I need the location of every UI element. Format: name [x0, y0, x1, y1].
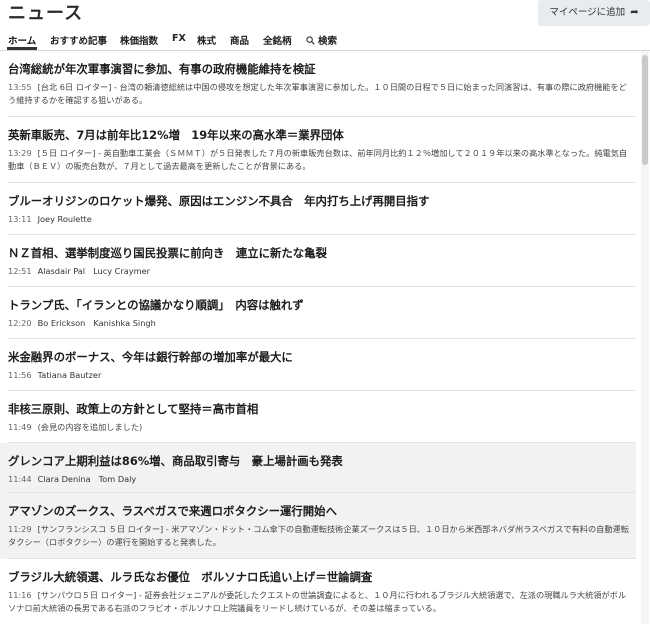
nav-tabs: ホーム おすすめ記事 株価指数 FX 株式 商品 全銘柄 検索	[0, 28, 650, 51]
news-list: 台湾総統が年次軍事演習に参加、有事の政府機能維持を検証 13:55 [台北 6日 …	[0, 51, 636, 624]
author-link[interactable]: Bo Erickson	[38, 318, 86, 328]
news-summary: [台北 6日 ロイター] - 台湾の頼清徳総統は中国の侵攻を想定した年次軍事演習…	[8, 82, 627, 105]
news-time: 11:49	[8, 422, 32, 432]
news-item[interactable]: グレンコア上期利益は86%増、商品取引寄与 豪上場計画も発表 11:44 Clar…	[0, 443, 636, 493]
news-time: 13:55	[8, 82, 32, 92]
scrollbar[interactable]	[641, 51, 649, 624]
news-meta: 11:56 Tatiana Bautzer	[8, 369, 632, 382]
news-meta: 13:11 Joey Roulette	[8, 213, 632, 226]
news-summary: [５日 ロイター] - 英自動車工業会（ＳＭＭＴ）が５日発表した７月の新車販売台…	[8, 148, 628, 171]
news-meta: 11:44 Clara Denina Tom Daly	[8, 473, 632, 486]
active-tab-underline	[7, 47, 37, 50]
news-time: 11:56	[8, 370, 32, 380]
news-item[interactable]: 台湾総統が年次軍事演習に参加、有事の政府機能維持を検証 13:55 [台北 6日 …	[0, 51, 636, 117]
news-meta: 13:29 [５日 ロイター] - 英自動車工業会（ＳＭＭＴ）が５日発表した７月の…	[8, 147, 632, 173]
share-arrow-icon: ➦	[630, 7, 639, 18]
author-link[interactable]: Tom Daly	[99, 474, 137, 484]
author-link[interactable]: Tatiana Bautzer	[38, 370, 102, 380]
tab-commodities[interactable]: 商品	[230, 33, 249, 47]
scrollbar-thumb[interactable]	[642, 55, 648, 165]
search-icon	[306, 36, 315, 45]
news-item[interactable]: トランプ氏、「イランとの協議かなり順調」 内容は触れず 12:20 Bo Eric…	[0, 287, 636, 339]
news-meta: 13:55 [台北 6日 ロイター] - 台湾の頼清徳総統は中国の侵攻を想定した年…	[8, 81, 632, 107]
author-link[interactable]: Clara Denina	[38, 474, 91, 484]
author-link[interactable]: Lucy Craymer	[93, 266, 150, 276]
news-time: 11:29	[8, 524, 32, 534]
news-time: 11:16	[8, 590, 32, 600]
news-item[interactable]: 英新車販売、7月は前年比12%増 19年以来の高水準＝業界団体 13:29 [５日…	[0, 117, 636, 183]
header: ニュース マイページに追加 ➦	[0, 0, 650, 28]
news-meta: 11:49 (会見の内容を追加しました)	[8, 421, 632, 434]
news-item[interactable]: ブルーオリジンのロケット爆発、原因はエンジン不具合 年内打ち上げ再開目指す 13…	[0, 183, 636, 235]
tab-search-label: 検索	[318, 36, 338, 47]
add-to-mypage-button[interactable]: マイページに追加 ➦	[538, 0, 650, 26]
author-link[interactable]: Kanishka Singh	[93, 318, 155, 328]
tab-all-stocks[interactable]: 全銘柄	[263, 33, 292, 47]
tab-stocks[interactable]: 株式	[197, 33, 216, 47]
news-headline[interactable]: 米金融界のボーナス、今年は銀行幹部の増加率が最大に	[8, 349, 293, 365]
news-meta: 12:20 Bo Erickson Kanishka Singh	[8, 317, 632, 330]
news-meta: 11:29 [サンフランシスコ ５日 ロイター] - 米アマゾン・ドット・コム傘下…	[8, 523, 632, 549]
news-time: 11:44	[8, 474, 32, 484]
news-headline[interactable]: 英新車販売、7月は前年比12%増 19年以来の高水準＝業界団体	[8, 127, 344, 143]
news-summary: [サンフランシスコ ５日 ロイター] - 米アマゾン・ドット・コム傘下の自動運転…	[8, 524, 629, 547]
news-item[interactable]: 米金融界のボーナス、今年は銀行幹部の増加率が最大に 11:56 Tatiana B…	[0, 339, 636, 391]
news-headline[interactable]: 台湾総統が年次軍事演習に参加、有事の政府機能維持を検証	[8, 61, 316, 77]
news-time: 13:11	[8, 214, 32, 224]
news-time: 12:20	[8, 318, 32, 328]
tab-search[interactable]: 検索	[306, 33, 337, 47]
tab-indices[interactable]: 株価指数	[120, 33, 158, 47]
news-item[interactable]: ＮＺ首相、選挙制度巡り国民投票に前向き 連立に新たな亀裂 12:51 Alasda…	[0, 235, 636, 287]
news-item[interactable]: 非核三原則、政策上の方針として堅持＝高市首相 11:49 (会見の内容を追加しまし…	[0, 391, 636, 443]
news-headline[interactable]: ブラジル大統領選、ルラ氏なお優位 ボルソナロ氏追い上げ＝世論調査	[8, 569, 372, 585]
news-headline[interactable]: 非核三原則、政策上の方針として堅持＝高市首相	[8, 401, 258, 417]
news-summary: [サンパウロ５日 ロイター] - 証券会社ジェニアルが委託したクエストの世論調査…	[8, 590, 627, 613]
tab-home[interactable]: ホーム	[8, 33, 36, 47]
news-headline[interactable]: アマゾンのズークス、ラスベガスで来週ロボタクシー運行開始へ	[8, 503, 337, 519]
news-meta: 11:16 [サンパウロ５日 ロイター] - 証券会社ジェニアルが委託したクエスト…	[8, 589, 632, 615]
news-time: 12:51	[8, 266, 32, 276]
add-to-mypage-label: マイページに追加	[549, 7, 626, 18]
tab-recommended[interactable]: おすすめ記事	[50, 33, 107, 47]
news-headline[interactable]: グレンコア上期利益は86%増、商品取引寄与 豪上場計画も発表	[8, 453, 343, 469]
news-item[interactable]: アマゾンのズークス、ラスベガスで来週ロボタクシー運行開始へ 11:29 [サンフラ…	[0, 493, 636, 559]
news-headline[interactable]: トランプ氏、「イランとの協議かなり順調」 内容は触れず	[8, 297, 304, 313]
author-link[interactable]: Joey Roulette	[38, 214, 92, 224]
tab-fx[interactable]: FX	[172, 33, 186, 44]
news-headline[interactable]: ブルーオリジンのロケット爆発、原因はエンジン不具合 年内打ち上げ再開目指す	[8, 193, 429, 209]
author-link[interactable]: Alasdair Pal	[38, 266, 85, 276]
news-summary: (会見の内容を追加しました)	[37, 422, 143, 432]
news-time: 13:29	[8, 148, 32, 158]
page-title: ニュース	[8, 3, 84, 24]
news-headline[interactable]: ＮＺ首相、選挙制度巡り国民投票に前向き 連立に新たな亀裂	[8, 245, 327, 261]
news-item[interactable]: ブラジル大統領選、ルラ氏なお優位 ボルソナロ氏追い上げ＝世論調査 11:16 [サ…	[0, 559, 636, 624]
news-meta: 12:51 Alasdair Pal Lucy Craymer	[8, 265, 632, 278]
